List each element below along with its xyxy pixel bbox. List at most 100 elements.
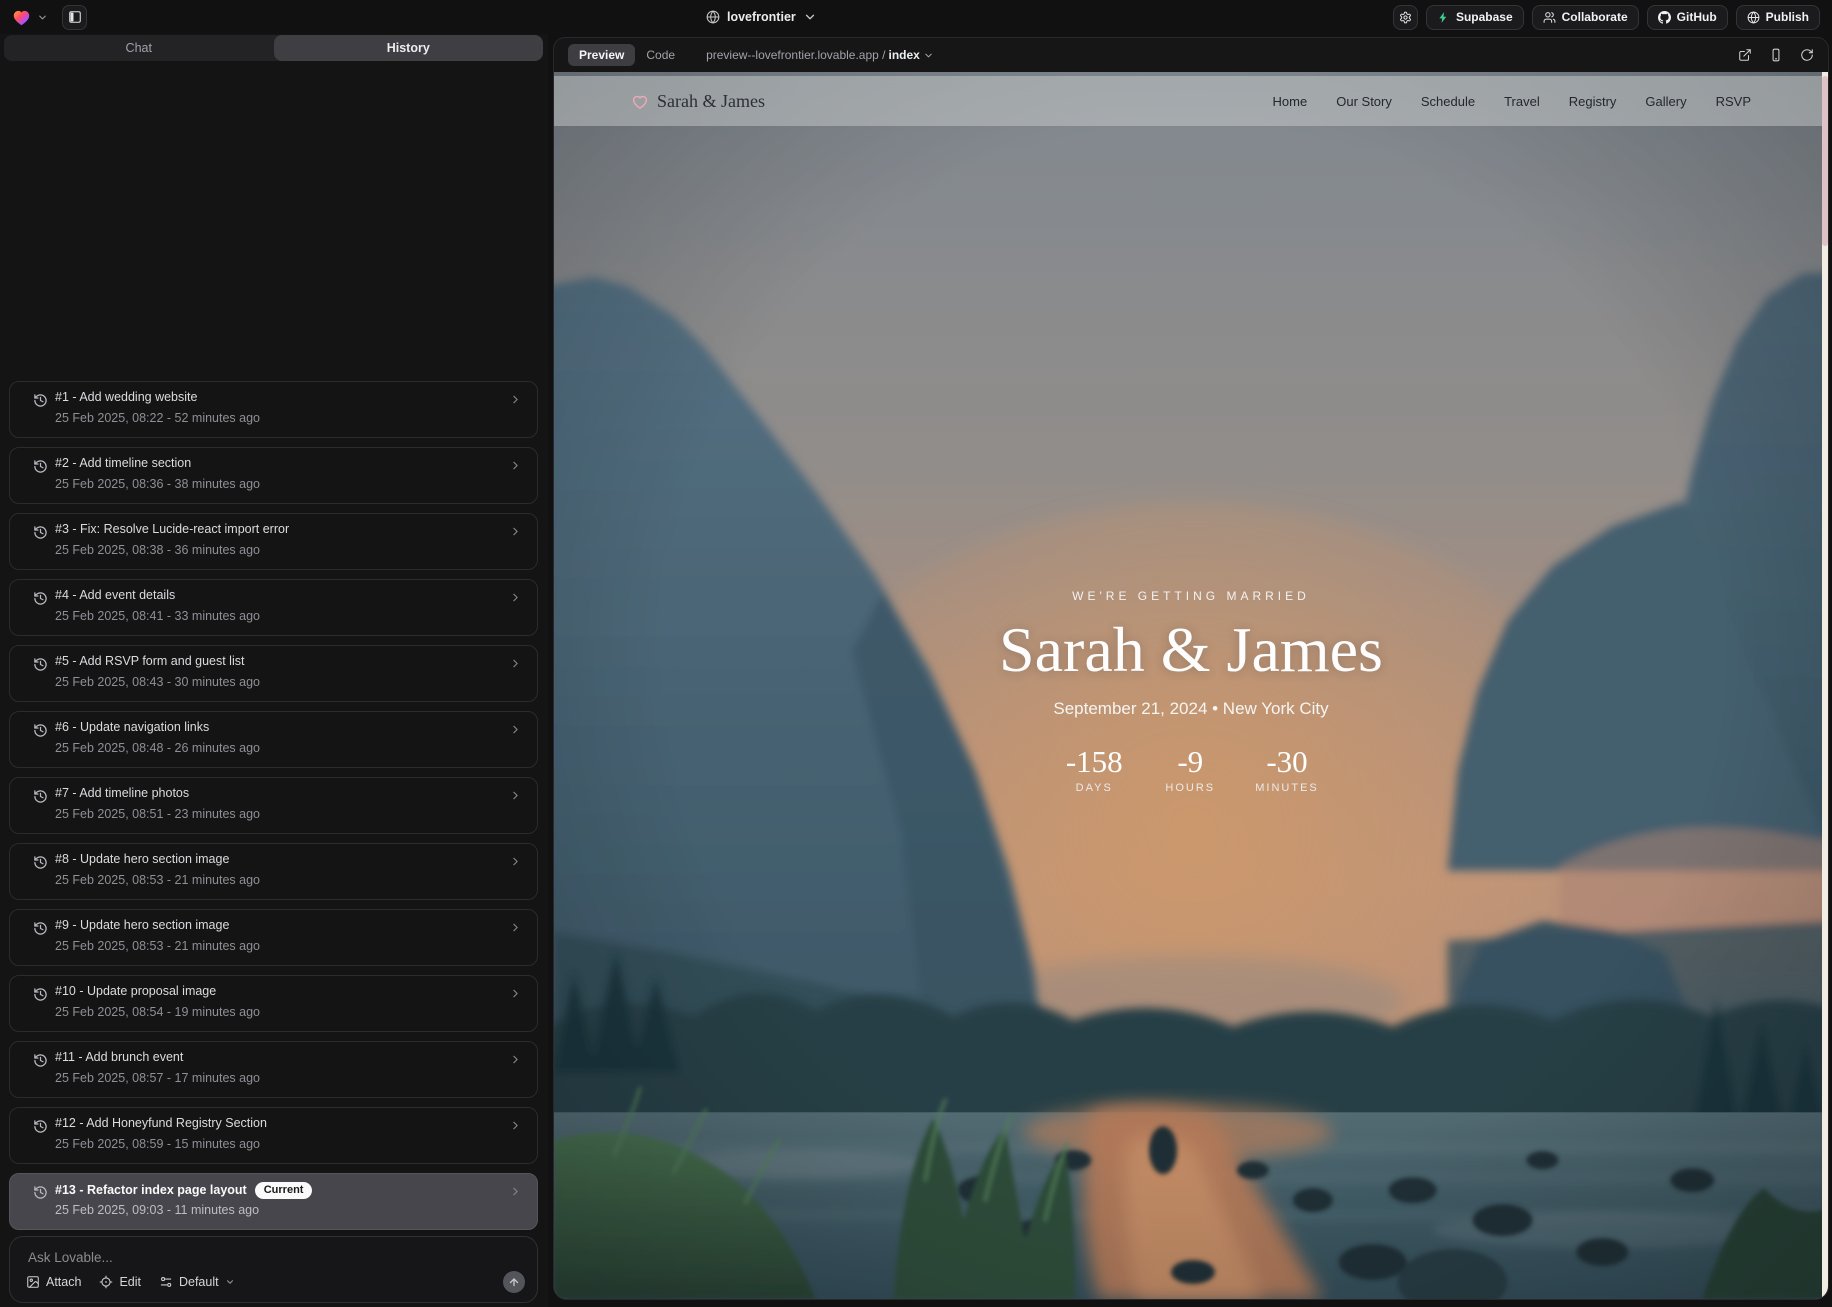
countdown-hours: -9 HOURS: [1159, 746, 1221, 794]
countdown-minutes: -30MINUTES: [1255, 746, 1319, 794]
site-header: Sarah & James Home Our Story Schedule Trave…: [554, 76, 1828, 126]
refresh-icon[interactable]: [1800, 48, 1814, 62]
history-item[interactable]: #11 - Add brunch event25 Feb 2025, 08:57…: [9, 1041, 538, 1098]
github-button[interactable]: GitHub: [1647, 5, 1728, 30]
countdown-value: -9: [1159, 746, 1221, 777]
history-item[interactable]: #2 - Add timeline section25 Feb 2025, 08…: [9, 447, 538, 504]
history-item-date: 25 Feb 2025, 08:36 - 38 minutes ago: [55, 477, 260, 491]
tab-code[interactable]: Code: [635, 44, 686, 66]
nav-link-our-story[interactable]: Our Story: [1336, 94, 1392, 109]
nav-link-rsvp[interactable]: RSVP: [1716, 94, 1751, 109]
send-button[interactable]: [503, 1271, 525, 1293]
history-icon: [33, 1119, 48, 1134]
nav-link-travel[interactable]: Travel: [1504, 94, 1540, 109]
history-item[interactable]: #4 - Add event details 25 Feb 2025, 08:41…: [9, 579, 538, 636]
history-item-title: #1 - Add wedding website: [55, 390, 197, 404]
history-icon: [33, 393, 48, 408]
preview-panel: Preview Code preview--lovefrontier.lovab…: [553, 37, 1829, 1300]
history-icon: [33, 1185, 48, 1200]
history-item-date: 25 Feb 2025, 08:38 - 36 minutes ago: [55, 543, 260, 557]
countdown-label: HOURS: [1159, 782, 1221, 794]
lovable-logo-icon[interactable]: [12, 9, 31, 26]
history-icon: [33, 1053, 48, 1068]
history-item[interactable]: #13 - Refactor index page layoutCurrent2…: [9, 1173, 538, 1230]
prompt-actions: Attach Edit Default: [26, 1272, 525, 1292]
edit-select-button[interactable]: Edit: [99, 1275, 141, 1289]
countdown: -158DAYS -9 HOURS -30MINUTES: [554, 746, 1828, 794]
ask-input[interactable]: Ask Lovable...: [28, 1250, 113, 1265]
project-chevron-down-icon: [803, 10, 817, 24]
current-badge: Current: [255, 1182, 313, 1199]
history-item[interactable]: #1 - Add wedding website 25 Feb 2025, 08:…: [9, 381, 538, 438]
panel-left-icon: [68, 10, 82, 24]
countdown-label: DAYS: [1063, 782, 1125, 794]
history-item[interactable]: #8 - Update hero section image25 Feb 202…: [9, 843, 538, 900]
hero-date-location: September 21, 2024 • New York City: [554, 699, 1828, 719]
history-item[interactable]: #3 - Fix: Resolve Lucide-react import er…: [9, 513, 538, 570]
publish-button[interactable]: Publish: [1736, 5, 1820, 30]
nav-link-gallery[interactable]: Gallery: [1645, 94, 1686, 109]
chevron-right-icon: [509, 393, 522, 406]
site-logo[interactable]: Sarah & James: [631, 91, 765, 112]
supabase-button[interactable]: Supabase: [1426, 5, 1524, 30]
site-nav: Home Our Story Schedule Travel Registry Galle…: [1273, 94, 1751, 109]
url-page: index: [889, 48, 920, 62]
history-list: #1 - Add wedding website 25 Feb 2025, 08:…: [9, 381, 538, 1230]
site-scrollbar[interactable]: [1822, 72, 1828, 1299]
preview-toolbar: Preview Code preview--lovefrontier.lovab…: [554, 38, 1828, 72]
mode-label: Default: [179, 1275, 219, 1289]
history-item-title: #4 - Add event details: [55, 588, 175, 602]
history-item-title: #5 - Add RSVP form and guest list: [55, 654, 244, 668]
mode-chevron-down-icon: [225, 1277, 235, 1287]
tab-chat[interactable]: Chat: [4, 35, 274, 61]
countdown-label: MINUTES: [1255, 782, 1319, 794]
hero-tagline: WE'RE GETTING MARRIED: [554, 589, 1828, 603]
chevron-right-icon: [509, 591, 522, 604]
crosshair-icon: [99, 1275, 113, 1289]
attach-button[interactable]: Attach: [26, 1275, 81, 1289]
tab-preview[interactable]: Preview: [568, 44, 635, 66]
history-item[interactable]: #12 - Add Honeyfund Registry Section25 F…: [9, 1107, 538, 1164]
chevron-right-icon: [509, 1185, 522, 1198]
history-item-date: 25 Feb 2025, 08:22 - 52 minutes ago: [55, 411, 260, 425]
project-switcher[interactable]: lovefrontier: [706, 0, 817, 34]
mode-selector[interactable]: Default: [159, 1275, 235, 1289]
nav-link-home[interactable]: Home: [1273, 94, 1308, 109]
publish-globe-icon: [1747, 11, 1760, 24]
chevron-right-icon: [509, 921, 522, 934]
countdown-days: -158DAYS: [1063, 746, 1125, 794]
history-item-title: #9 - Update hero section image: [55, 918, 229, 932]
logo-chevron-down-icon[interactable]: [37, 12, 48, 23]
nav-link-registry[interactable]: Registry: [1569, 94, 1617, 109]
history-item-title: #10 - Update proposal image: [55, 984, 216, 998]
supabase-bolt-icon: [1437, 11, 1450, 24]
history-item[interactable]: #7 - Add timeline photos25 Feb 2025, 08:…: [9, 777, 538, 834]
site-scrollbar-thumb[interactable]: [1822, 76, 1828, 246]
preview-url[interactable]: preview--lovefrontier.lovable.app / inde…: [706, 48, 934, 62]
open-external-icon[interactable]: [1738, 48, 1752, 62]
collaborate-button[interactable]: Collaborate: [1532, 5, 1639, 30]
chevron-right-icon: [509, 855, 522, 868]
tab-history[interactable]: History: [274, 35, 544, 61]
history-item[interactable]: #9 - Update hero section image25 Feb 202…: [9, 909, 538, 966]
history-item-title: #3 - Fix: Resolve Lucide-react import er…: [55, 522, 289, 536]
history-item-date: 25 Feb 2025, 08:41 - 33 minutes ago: [55, 609, 260, 623]
chat-history-sidebar: Chat History #1 - Add wedding website 25 …: [0, 34, 548, 1307]
image-attach-icon: [26, 1275, 40, 1289]
history-item-title: #6 - Update navigation links: [55, 720, 209, 734]
history-icon: [33, 723, 48, 738]
sidebar-toggle-button[interactable]: [62, 5, 87, 30]
history-item-title: #13 - Refactor index page layoutCurrent: [55, 1182, 312, 1199]
history-item[interactable]: #10 - Update proposal image25 Feb 2025, …: [9, 975, 538, 1032]
chevron-right-icon: [509, 459, 522, 472]
history-item[interactable]: #5 - Add RSVP form and guest list 25 Feb …: [9, 645, 538, 702]
nav-link-schedule[interactable]: Schedule: [1421, 94, 1475, 109]
topbar-actions: Supabase Collaborate GitHub Publish: [1393, 5, 1820, 30]
history-item[interactable]: #6 - Update navigation links25 Feb 2025,…: [9, 711, 538, 768]
history-item-date: 25 Feb 2025, 08:43 - 30 minutes ago: [55, 675, 260, 689]
prompt-box[interactable]: Ask Lovable... Attach Edit Default: [9, 1236, 538, 1303]
settings-button[interactable]: [1393, 5, 1418, 30]
mobile-view-icon[interactable]: [1769, 48, 1783, 62]
url-chevron-down-icon: [923, 50, 934, 61]
chevron-right-icon: [509, 789, 522, 802]
